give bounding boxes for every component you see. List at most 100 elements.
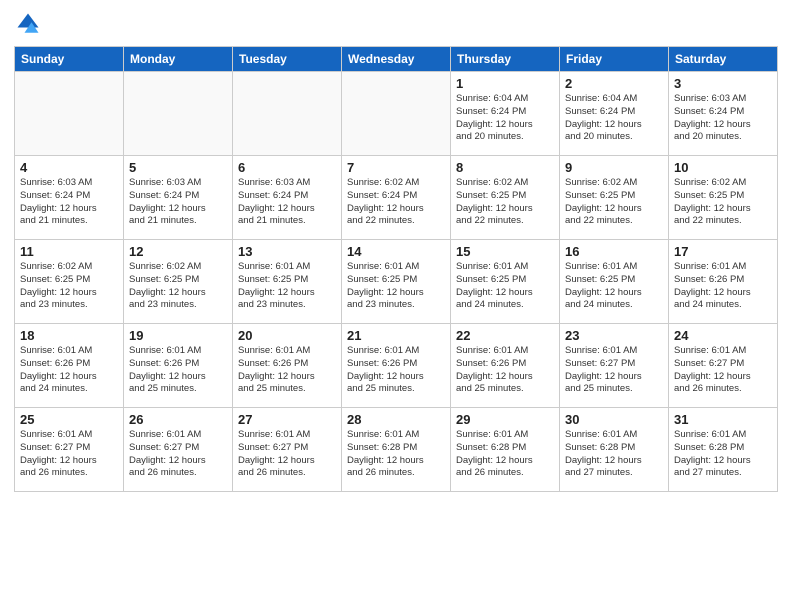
cell-text: Sunrise: 6:01 AMSunset: 6:28 PMDaylight:… bbox=[674, 429, 772, 480]
calendar-cell: 28 Sunrise: 6:01 AMSunset: 6:28 PMDayligh… bbox=[342, 408, 451, 492]
cell-text: Sunrise: 6:04 AMSunset: 6:24 PMDaylight:… bbox=[565, 93, 663, 144]
cell-text: Sunrise: 6:01 AMSunset: 6:26 PMDaylight:… bbox=[347, 345, 445, 396]
day-header-wednesday: Wednesday bbox=[342, 47, 451, 72]
cell-text: Sunrise: 6:02 AMSunset: 6:25 PMDaylight:… bbox=[565, 177, 663, 228]
calendar-cell: 29 Sunrise: 6:01 AMSunset: 6:28 PMDayligh… bbox=[451, 408, 560, 492]
day-number: 25 bbox=[20, 412, 118, 427]
calendar-cell bbox=[124, 72, 233, 156]
cell-text: Sunrise: 6:01 AMSunset: 6:27 PMDaylight:… bbox=[20, 429, 118, 480]
day-number: 4 bbox=[20, 160, 118, 175]
day-number: 11 bbox=[20, 244, 118, 259]
calendar-cell bbox=[233, 72, 342, 156]
calendar-header: SundayMondayTuesdayWednesdayThursdayFrid… bbox=[15, 47, 778, 72]
calendar-cell: 12 Sunrise: 6:02 AMSunset: 6:25 PMDayligh… bbox=[124, 240, 233, 324]
day-number: 24 bbox=[674, 328, 772, 343]
calendar-cell: 7 Sunrise: 6:02 AMSunset: 6:24 PMDaylight… bbox=[342, 156, 451, 240]
cell-text: Sunrise: 6:02 AMSunset: 6:25 PMDaylight:… bbox=[456, 177, 554, 228]
calendar-cell: 30Sunrise: 6:01 AMSunset: 6:28 PMDayligh… bbox=[560, 408, 669, 492]
day-number: 16 bbox=[565, 244, 663, 259]
cell-text: Sunrise: 6:02 AMSunset: 6:24 PMDaylight:… bbox=[347, 177, 445, 228]
cell-text: Sunrise: 6:03 AMSunset: 6:24 PMDaylight:… bbox=[129, 177, 227, 228]
week-row-1: 4 Sunrise: 6:03 AMSunset: 6:24 PMDaylight… bbox=[15, 156, 778, 240]
cell-text: Sunrise: 6:01 AMSunset: 6:26 PMDaylight:… bbox=[674, 261, 772, 312]
calendar-cell: 1Sunrise: 6:04 AMSunset: 6:24 PMDaylight… bbox=[451, 72, 560, 156]
day-header-saturday: Saturday bbox=[669, 47, 778, 72]
calendar-cell: 4Sunrise: 6:03 AMSunset: 6:24 PMDaylight… bbox=[15, 156, 124, 240]
calendar-cell: 31 Sunrise: 6:01 AMSunset: 6:28 PMDayligh… bbox=[669, 408, 778, 492]
logo bbox=[14, 10, 46, 38]
day-number: 28 bbox=[347, 412, 445, 427]
day-number: 27 bbox=[238, 412, 336, 427]
day-number: 21 bbox=[347, 328, 445, 343]
day-number: 7 bbox=[347, 160, 445, 175]
day-number: 9 bbox=[565, 160, 663, 175]
calendar-cell: 2 Sunrise: 6:04 AMSunset: 6:24 PMDaylight… bbox=[560, 72, 669, 156]
calendar-cell: 17 Sunrise: 6:01 AMSunset: 6:26 PMDayligh… bbox=[669, 240, 778, 324]
cell-text: Sunrise: 6:01 AMSunset: 6:28 PMDaylight:… bbox=[456, 429, 554, 480]
calendar-cell: 13Sunrise: 6:01 AMSunset: 6:25 PMDayligh… bbox=[233, 240, 342, 324]
day-number: 20 bbox=[238, 328, 336, 343]
day-number: 19 bbox=[129, 328, 227, 343]
calendar-body: 1Sunrise: 6:04 AMSunset: 6:24 PMDaylight… bbox=[15, 72, 778, 492]
day-number: 6 bbox=[238, 160, 336, 175]
calendar-cell: 23Sunrise: 6:01 AMSunset: 6:27 PMDayligh… bbox=[560, 324, 669, 408]
day-header-friday: Friday bbox=[560, 47, 669, 72]
header bbox=[14, 10, 778, 38]
calendar-cell: 9 Sunrise: 6:02 AMSunset: 6:25 PMDaylight… bbox=[560, 156, 669, 240]
day-number: 26 bbox=[129, 412, 227, 427]
day-header-thursday: Thursday bbox=[451, 47, 560, 72]
calendar-cell: 27 Sunrise: 6:01 AMSunset: 6:27 PMDayligh… bbox=[233, 408, 342, 492]
calendar-cell: 25 Sunrise: 6:01 AMSunset: 6:27 PMDayligh… bbox=[15, 408, 124, 492]
calendar-cell: 10 Sunrise: 6:02 AMSunset: 6:25 PMDayligh… bbox=[669, 156, 778, 240]
day-header-monday: Monday bbox=[124, 47, 233, 72]
day-number: 29 bbox=[456, 412, 554, 427]
day-number: 8 bbox=[456, 160, 554, 175]
day-number: 5 bbox=[129, 160, 227, 175]
day-number: 18 bbox=[20, 328, 118, 343]
calendar-cell: 16 Sunrise: 6:01 AMSunset: 6:25 PMDayligh… bbox=[560, 240, 669, 324]
cell-text: Sunrise: 6:01 AMSunset: 6:26 PMDaylight:… bbox=[129, 345, 227, 396]
calendar-cell: 3Sunrise: 6:03 AMSunset: 6:24 PMDaylight… bbox=[669, 72, 778, 156]
cell-text: Sunrise: 6:01 AMSunset: 6:26 PMDaylight:… bbox=[456, 345, 554, 396]
cell-text: Sunrise: 6:02 AMSunset: 6:25 PMDaylight:… bbox=[674, 177, 772, 228]
day-number: 30 bbox=[565, 412, 663, 427]
day-number: 2 bbox=[565, 76, 663, 91]
calendar-cell: 5 Sunrise: 6:03 AMSunset: 6:24 PMDaylight… bbox=[124, 156, 233, 240]
day-number: 17 bbox=[674, 244, 772, 259]
calendar-cell: 15 Sunrise: 6:01 AMSunset: 6:25 PMDayligh… bbox=[451, 240, 560, 324]
cell-text: Sunrise: 6:01 AMSunset: 6:27 PMDaylight:… bbox=[674, 345, 772, 396]
day-number: 13 bbox=[238, 244, 336, 259]
week-row-3: 18 Sunrise: 6:01 AMSunset: 6:26 PMDayligh… bbox=[15, 324, 778, 408]
days-row: SundayMondayTuesdayWednesdayThursdayFrid… bbox=[15, 47, 778, 72]
day-number: 10 bbox=[674, 160, 772, 175]
calendar-cell: 24 Sunrise: 6:01 AMSunset: 6:27 PMDayligh… bbox=[669, 324, 778, 408]
calendar-cell: 19 Sunrise: 6:01 AMSunset: 6:26 PMDayligh… bbox=[124, 324, 233, 408]
calendar-cell bbox=[342, 72, 451, 156]
calendar-cell: 11 Sunrise: 6:02 AMSunset: 6:25 PMDayligh… bbox=[15, 240, 124, 324]
day-number: 31 bbox=[674, 412, 772, 427]
day-number: 12 bbox=[129, 244, 227, 259]
cell-text: Sunrise: 6:02 AMSunset: 6:25 PMDaylight:… bbox=[20, 261, 118, 312]
day-header-tuesday: Tuesday bbox=[233, 47, 342, 72]
cell-text: Sunrise: 6:01 AMSunset: 6:27 PMDaylight:… bbox=[238, 429, 336, 480]
week-row-4: 25 Sunrise: 6:01 AMSunset: 6:27 PMDayligh… bbox=[15, 408, 778, 492]
cell-text: Sunrise: 6:01 AMSunset: 6:26 PMDaylight:… bbox=[238, 345, 336, 396]
cell-text: Sunrise: 6:03 AMSunset: 6:24 PMDaylight:… bbox=[674, 93, 772, 144]
cell-text: Sunrise: 6:02 AMSunset: 6:25 PMDaylight:… bbox=[129, 261, 227, 312]
week-row-2: 11 Sunrise: 6:02 AMSunset: 6:25 PMDayligh… bbox=[15, 240, 778, 324]
calendar-cell bbox=[15, 72, 124, 156]
calendar-cell: 14Sunrise: 6:01 AMSunset: 6:25 PMDayligh… bbox=[342, 240, 451, 324]
logo-icon bbox=[14, 10, 42, 38]
calendar-cell: 22Sunrise: 6:01 AMSunset: 6:26 PMDayligh… bbox=[451, 324, 560, 408]
calendar-cell: 26Sunrise: 6:01 AMSunset: 6:27 PMDayligh… bbox=[124, 408, 233, 492]
calendar-cell: 18 Sunrise: 6:01 AMSunset: 6:26 PMDayligh… bbox=[15, 324, 124, 408]
cell-text: Sunrise: 6:01 AMSunset: 6:26 PMDaylight:… bbox=[20, 345, 118, 396]
cell-text: Sunrise: 6:01 AMSunset: 6:25 PMDaylight:… bbox=[456, 261, 554, 312]
day-number: 15 bbox=[456, 244, 554, 259]
cell-text: Sunrise: 6:01 AMSunset: 6:25 PMDaylight:… bbox=[565, 261, 663, 312]
cell-text: Sunrise: 6:04 AMSunset: 6:24 PMDaylight:… bbox=[456, 93, 554, 144]
calendar-cell: 21 Sunrise: 6:01 AMSunset: 6:26 PMDayligh… bbox=[342, 324, 451, 408]
cell-text: Sunrise: 6:01 AMSunset: 6:28 PMDaylight:… bbox=[347, 429, 445, 480]
calendar-cell: 6Sunrise: 6:03 AMSunset: 6:24 PMDaylight… bbox=[233, 156, 342, 240]
cell-text: Sunrise: 6:01 AMSunset: 6:27 PMDaylight:… bbox=[565, 345, 663, 396]
